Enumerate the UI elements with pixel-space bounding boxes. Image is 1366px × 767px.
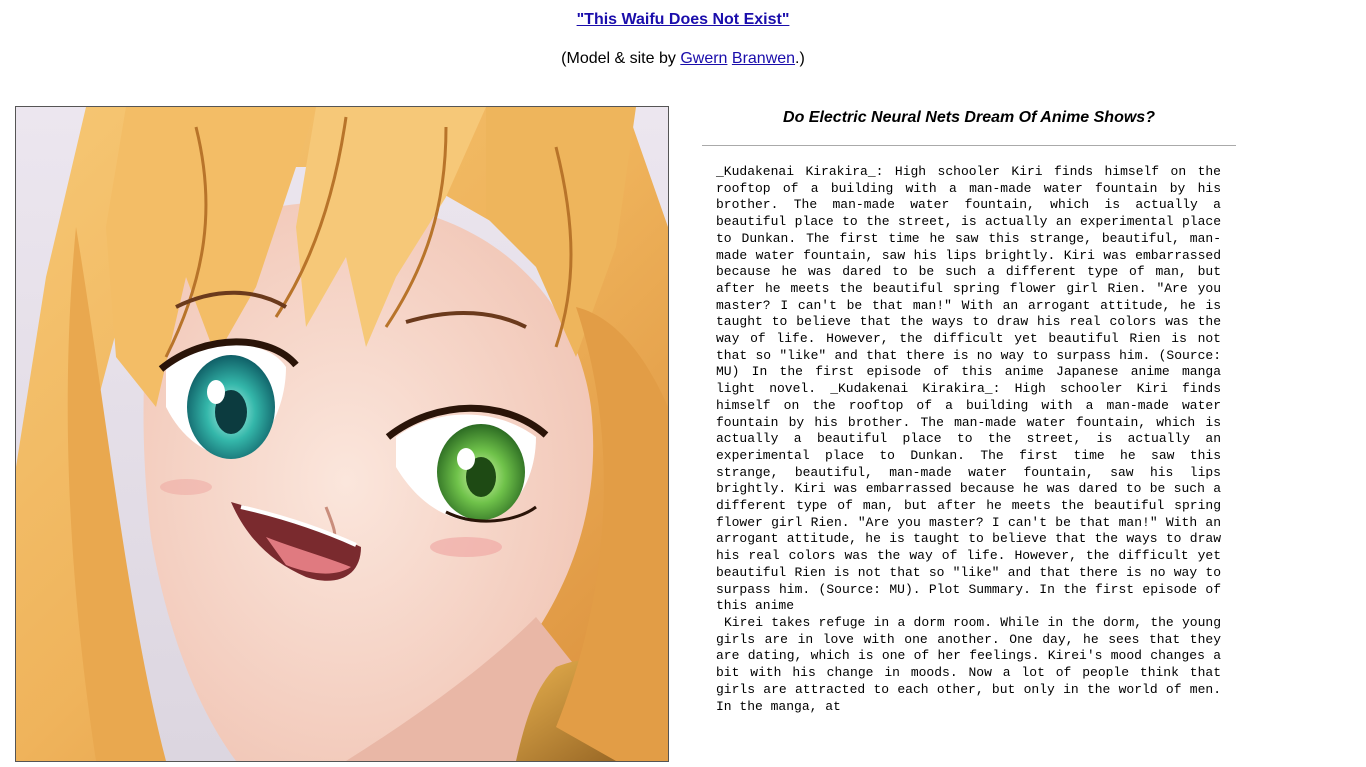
credit-suffix: .) bbox=[795, 50, 805, 67]
credit-line: (Model & site by Gwern Branwen.) bbox=[0, 50, 1366, 68]
story-divider bbox=[702, 145, 1236, 146]
author-last-name-link[interactable]: Branwen bbox=[732, 50, 795, 67]
page: "This Waifu Does Not Exist" (Model & sit… bbox=[0, 0, 1366, 767]
site-title-link[interactable]: "This Waifu Does Not Exist" bbox=[577, 11, 790, 29]
generated-portrait-image bbox=[15, 106, 669, 762]
header: "This Waifu Does Not Exist" bbox=[0, 10, 1366, 29]
story-heading: Do Electric Neural Nets Dream Of Anime S… bbox=[783, 109, 1155, 126]
story-paragraph-2: Kirei takes refuge in a dorm room. While… bbox=[716, 614, 1221, 714]
credit-prefix: (Model & site by bbox=[561, 50, 681, 67]
story-panel: Do Electric Neural Nets Dream Of Anime S… bbox=[702, 106, 1236, 767]
story-paragraph-1: _Kudakenai Kirakira_: High schooler Kiri… bbox=[716, 164, 1221, 614]
anime-portrait-illustration bbox=[16, 107, 668, 761]
author-first-name-link[interactable]: Gwern bbox=[680, 50, 727, 67]
story-text: _Kudakenai Kirakira_: High schooler Kiri… bbox=[716, 164, 1221, 715]
